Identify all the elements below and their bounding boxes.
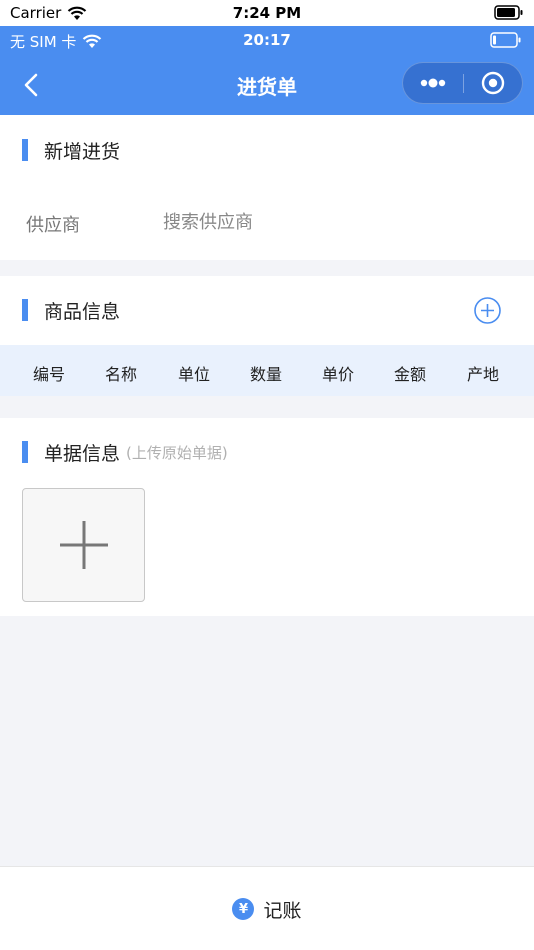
section-title-text: 商品信息 <box>44 300 121 323</box>
title-accent-bar <box>22 299 28 321</box>
goods-info-section: 商品信息 编号 名称 单位 数量 单价 金额 产地 <box>0 276 534 396</box>
column-header: 名称 <box>105 365 138 384</box>
section-title: 新增进货 <box>0 138 121 163</box>
battery-icon <box>494 5 523 20</box>
section-title-text: 单据信息 <box>44 442 121 465</box>
target-icon[interactable] <box>464 63 523 103</box>
section-title-text: 新增进货 <box>44 140 121 163</box>
navigation-bar: 进货单 <box>0 54 534 115</box>
column-header: 编号 <box>33 365 66 384</box>
section-title: 商品信息 <box>0 298 121 323</box>
bookkeeping-button[interactable]: ¥ 记账 <box>0 867 534 950</box>
upload-hint: (上传原始单据) <box>126 443 228 462</box>
upload-document-button[interactable] <box>22 488 145 602</box>
app-header: 无 SIM 卡 20:17 进货单 <box>0 26 534 115</box>
column-header: 金额 <box>394 365 427 384</box>
more-dots-icon[interactable] <box>403 63 463 103</box>
section-title: 单据信息 (上传原始单据) <box>0 440 228 465</box>
mini-program-capsule <box>402 62 523 104</box>
supplier-search-input[interactable] <box>163 207 463 237</box>
supplier-label: 供应商 <box>26 215 80 236</box>
bookkeeping-label: 记账 <box>263 899 302 922</box>
device-time: 7:24 PM <box>232 4 302 22</box>
column-header: 单价 <box>322 365 355 384</box>
device-status-bar: Carrier 7:24 PM <box>0 0 534 26</box>
app-status-bar: 无 SIM 卡 20:17 <box>0 26 534 54</box>
title-accent-bar <box>22 139 28 161</box>
new-purchase-section: 新增进货 供应商 <box>0 115 534 260</box>
column-header: 产地 <box>467 365 500 384</box>
bottom-action-bar: ¥ 记账 <box>0 866 534 950</box>
document-info-section: 单据信息 (上传原始单据) <box>0 418 534 616</box>
title-accent-bar <box>22 441 28 463</box>
app-time: 20:17 <box>243 31 291 49</box>
column-header: 数量 <box>250 365 283 384</box>
battery-icon <box>490 32 521 48</box>
plus-icon <box>60 521 108 569</box>
column-header: 单位 <box>178 365 211 384</box>
goods-table-header: 编号 名称 单位 数量 单价 金额 产地 <box>0 345 534 396</box>
add-goods-plus-circle-icon[interactable] <box>473 296 502 325</box>
yuan-coin-icon: ¥ <box>232 898 255 920</box>
